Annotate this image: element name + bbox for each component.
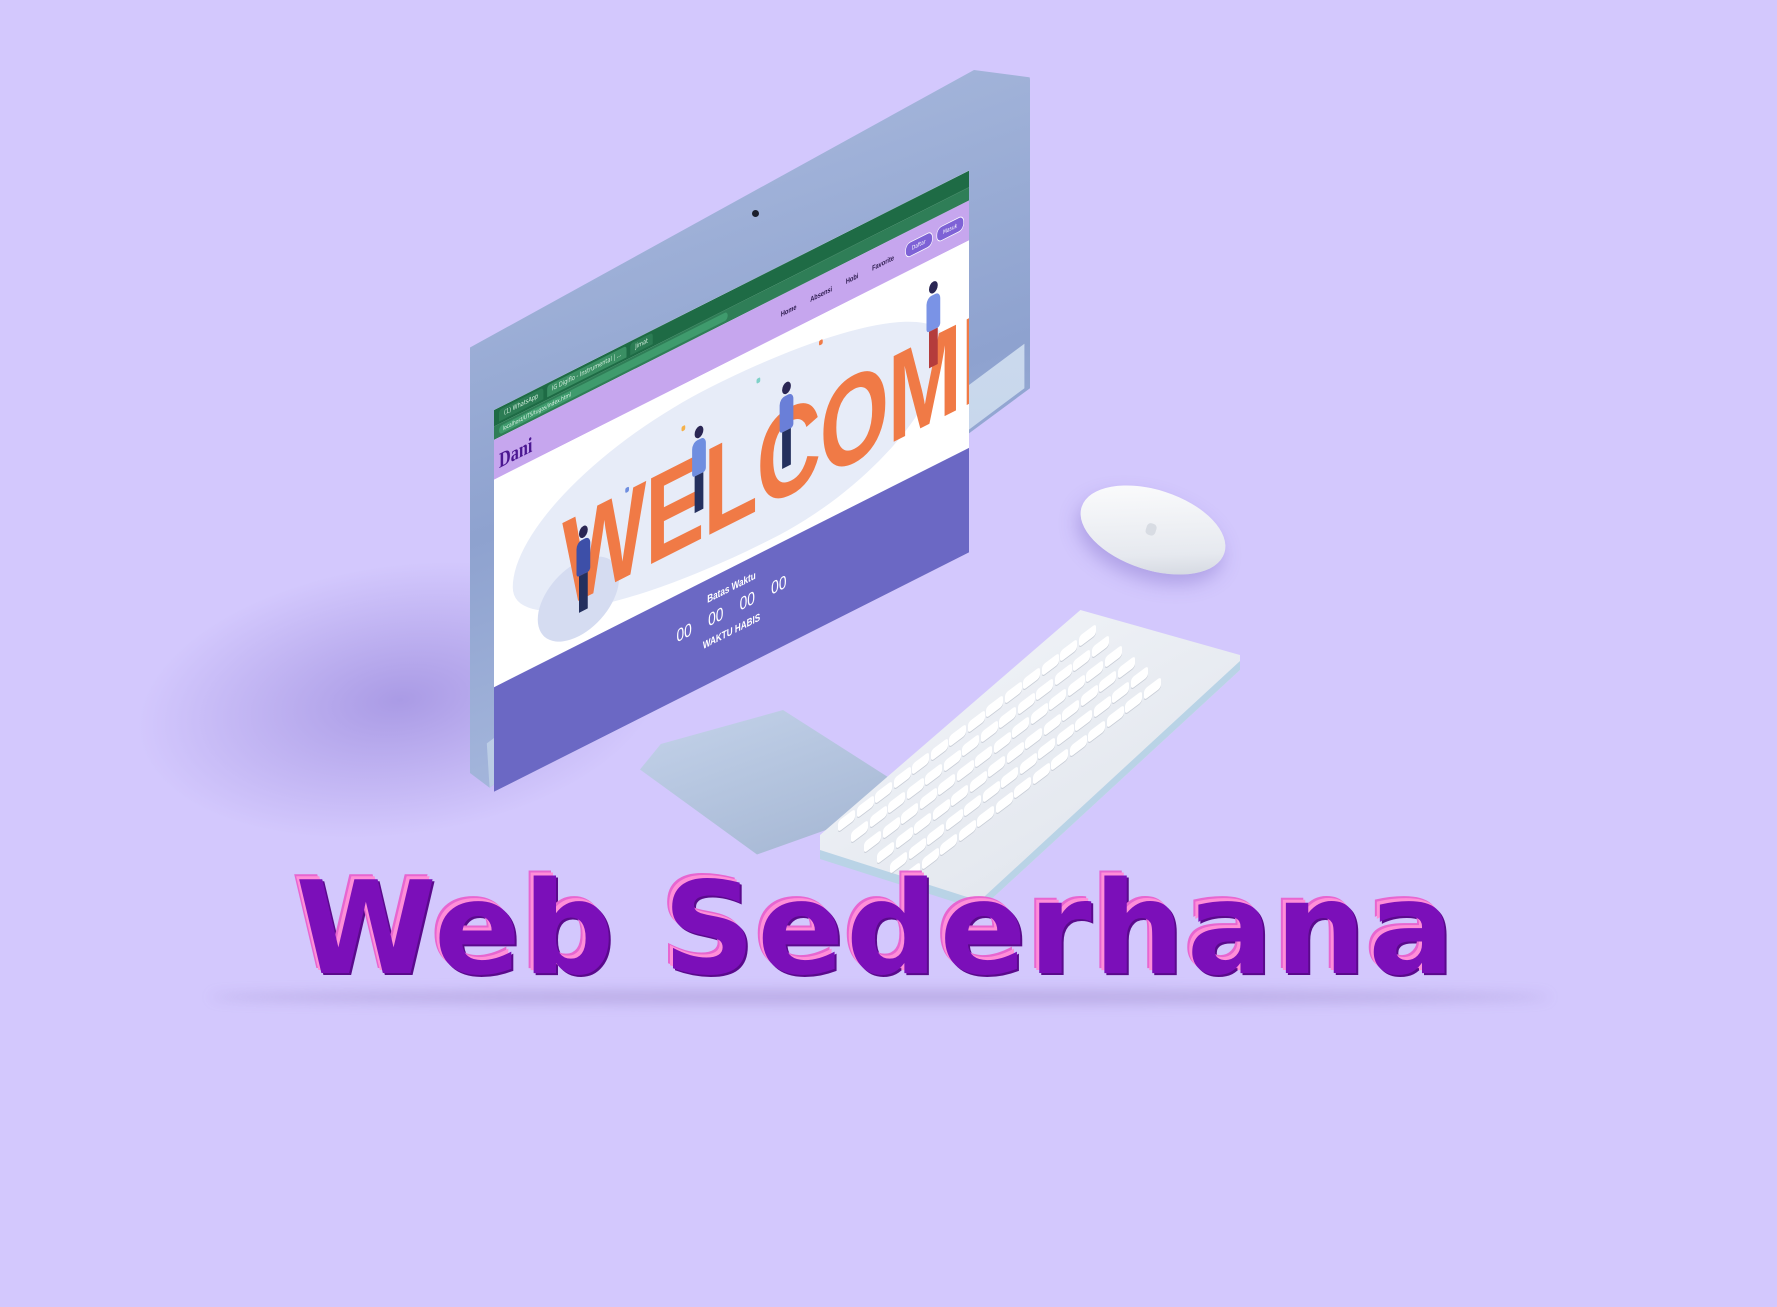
masuk-button[interactable]: Masuk	[936, 214, 964, 244]
person-illustration	[575, 522, 591, 615]
countdown-hours: 00	[708, 602, 724, 631]
headline-wrap: Web Sederhana	[0, 855, 1777, 1004]
app-icon[interactable]	[765, 662, 773, 677]
nav-link-hobi[interactable]: Hobi	[846, 271, 859, 286]
browser-icon[interactable]	[727, 681, 736, 696]
mouse-logo	[1144, 522, 1158, 537]
countdown-minutes: 00	[739, 586, 755, 615]
daftar-button[interactable]: Daftar	[904, 230, 933, 260]
headline-title: Web Sederhana	[295, 855, 1457, 1004]
camera-icon	[752, 210, 759, 217]
nav-link-favorite[interactable]: Favorite	[872, 253, 894, 272]
countdown-seconds: 00	[771, 570, 787, 599]
person-illustration	[691, 422, 707, 515]
search-icon[interactable]	[702, 694, 711, 709]
person-illustration	[925, 277, 941, 370]
mockup-stage: (1) WhatsApp IG Digiflo - Instrumental |…	[0, 0, 1777, 1307]
windows-start-icon[interactable]	[690, 700, 698, 715]
app-icon[interactable]	[740, 675, 748, 690]
nav-link-absensi[interactable]: Absensi	[810, 284, 832, 303]
file-explorer-icon[interactable]	[715, 688, 723, 702]
vscode-icon[interactable]	[752, 669, 761, 683]
countdown-days: 00	[676, 618, 692, 647]
person-illustration	[778, 378, 794, 471]
nav-link-home[interactable]: Home	[781, 302, 797, 318]
mouse-icon	[1069, 468, 1237, 592]
